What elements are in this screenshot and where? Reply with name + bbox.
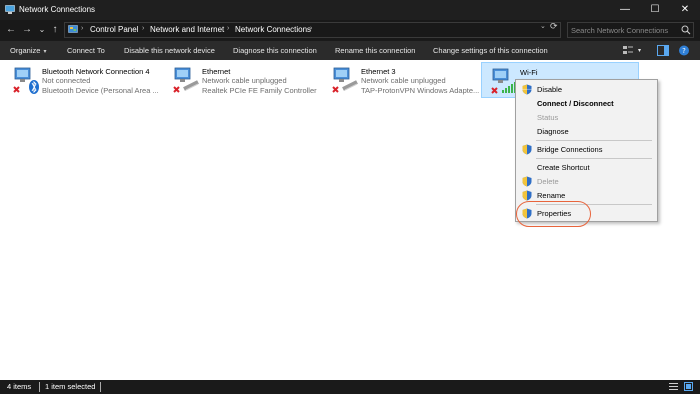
shield-icon: [522, 190, 532, 201]
close-button[interactable]: ✕: [670, 0, 700, 20]
organize-dropdown-icon: ▾: [43, 49, 47, 55]
refresh-icon[interactable]: ⟳: [550, 21, 558, 32]
status-separator: [39, 382, 40, 392]
menu-item-delete: Delete: [516, 175, 657, 188]
search-input[interactable]: [571, 24, 676, 36]
search-icon[interactable]: [681, 25, 691, 35]
menu-item-label: Delete: [537, 177, 559, 186]
menu-item-connect-disconnect[interactable]: Connect / Disconnect: [516, 97, 657, 110]
menu-item-bridge-connections[interactable]: Bridge Connections: [516, 143, 657, 156]
breadcrumb-separator: ›: [142, 25, 145, 32]
window-title: Network Connections: [19, 5, 96, 14]
breadcrumb-network-and-internet[interactable]: Network and Internet: [150, 25, 224, 34]
adapter-name: Ethernet: [202, 67, 231, 76]
search-box[interactable]: [567, 22, 694, 38]
adapter-device: Bluetooth Device (Personal Area ...: [42, 86, 159, 95]
menu-item-label: Bridge Connections: [537, 145, 603, 154]
menu-item-status: Status: [516, 111, 657, 124]
menu-item-label: Disable: [537, 85, 563, 94]
ethernet-adapter-icon: [173, 67, 199, 93]
adapter-status: Network cable unplugged: [361, 76, 446, 85]
status-bar: 4 items 1 item selected: [0, 380, 700, 394]
organize-menu[interactable]: Organize ▾: [10, 46, 46, 55]
address-bar[interactable]: › Control Panel › Network and Internet ›…: [64, 22, 561, 38]
shield-icon: [522, 176, 532, 187]
properties-highlight-ring: [516, 201, 591, 227]
wifi-adapter-icon: [491, 68, 516, 94]
change-view-icon[interactable]: [622, 45, 634, 56]
breadcrumb-separator: ›: [310, 25, 313, 32]
address-dropdown-chevron-icon[interactable]: ⌄: [540, 22, 546, 30]
organize-label: Organize: [10, 46, 41, 55]
minimize-button[interactable]: —: [610, 0, 640, 20]
maximize-button[interactable]: ☐: [640, 0, 670, 20]
ethernet-adapter-icon: [332, 67, 358, 93]
menu-item-label: Diagnose: [537, 127, 569, 136]
forward-arrow-icon[interactable]: →: [20, 23, 34, 37]
svg-text:?: ?: [682, 47, 686, 55]
large-icons-view-icon[interactable]: [684, 382, 693, 391]
title-bar: Network Connections — ☐ ✕: [0, 0, 700, 20]
adapter-status: Not connected: [42, 76, 91, 85]
menu-item-label: Status: [537, 113, 559, 122]
shield-icon: [522, 84, 532, 95]
help-icon[interactable]: ?: [678, 45, 690, 56]
menu-separator: [536, 158, 652, 159]
preview-pane-icon[interactable]: [657, 45, 669, 56]
adapter-name: Wi-Fi: [520, 68, 538, 77]
back-arrow-icon[interactable]: ←: [4, 23, 18, 37]
breadcrumb-network-connections[interactable]: Network Connections: [235, 25, 311, 34]
view-dropdown-icon[interactable]: ▾: [638, 47, 641, 54]
breadcrumb-separator: ›: [227, 25, 230, 32]
change-settings-button[interactable]: Change settings of this connection: [433, 46, 548, 55]
adapter-name: Bluetooth Network Connection 4: [42, 67, 150, 76]
menu-item-label: Create Shortcut: [537, 163, 590, 172]
rename-connection-button[interactable]: Rename this connection: [335, 46, 415, 55]
menu-item-disable[interactable]: Disable: [516, 83, 657, 96]
breadcrumb-separator: ›: [81, 25, 84, 32]
selection-count: 1 item selected: [45, 382, 96, 391]
network-connections-app-icon: [5, 5, 15, 14]
up-arrow-icon[interactable]: ↑: [48, 23, 62, 37]
menu-item-diagnose[interactable]: Diagnose: [516, 125, 657, 138]
address-row: ← → ⌄ ↑ › Control Panel › Network and In…: [0, 20, 700, 40]
adapter-bluetooth-network-connection-4[interactable]: Bluetooth Network Connection 4 Not conne…: [4, 62, 159, 98]
menu-item-label: Rename: [537, 191, 566, 200]
breadcrumb-control-panel[interactable]: Control Panel: [90, 25, 138, 34]
adapter-device: TAP-ProtonVPN Windows Adapte...: [361, 86, 480, 95]
items-count: 4 items: [7, 382, 32, 391]
bluetooth-adapter-icon: [13, 67, 39, 94]
adapter-device: Realtek PCIe FE Family Controller: [202, 86, 317, 95]
status-separator: [100, 382, 101, 392]
diagnose-connection-button[interactable]: Diagnose this connection: [233, 46, 317, 55]
menu-item-label: Connect / Disconnect: [537, 99, 614, 108]
shield-icon: [522, 144, 532, 155]
control-panel-icon: [68, 25, 78, 33]
details-view-icon[interactable]: [669, 382, 678, 391]
disable-device-button[interactable]: Disable this network device: [124, 46, 215, 55]
connect-to-button[interactable]: Connect To: [67, 46, 105, 55]
adapter-ethernet-3[interactable]: Ethernet 3 Network cable unplugged TAP-P…: [323, 62, 480, 98]
adapter-ethernet[interactable]: Ethernet Network cable unplugged Realtek…: [164, 62, 319, 98]
menu-separator: [536, 140, 652, 141]
command-bar: Organize ▾ Connect To Disable this networ…: [0, 40, 700, 60]
adapter-name: Ethernet 3: [361, 67, 396, 76]
recent-locations-chevron-icon[interactable]: ⌄: [35, 23, 49, 37]
menu-item-create-shortcut[interactable]: Create Shortcut: [516, 161, 657, 174]
adapter-status: Network cable unplugged: [202, 76, 287, 85]
